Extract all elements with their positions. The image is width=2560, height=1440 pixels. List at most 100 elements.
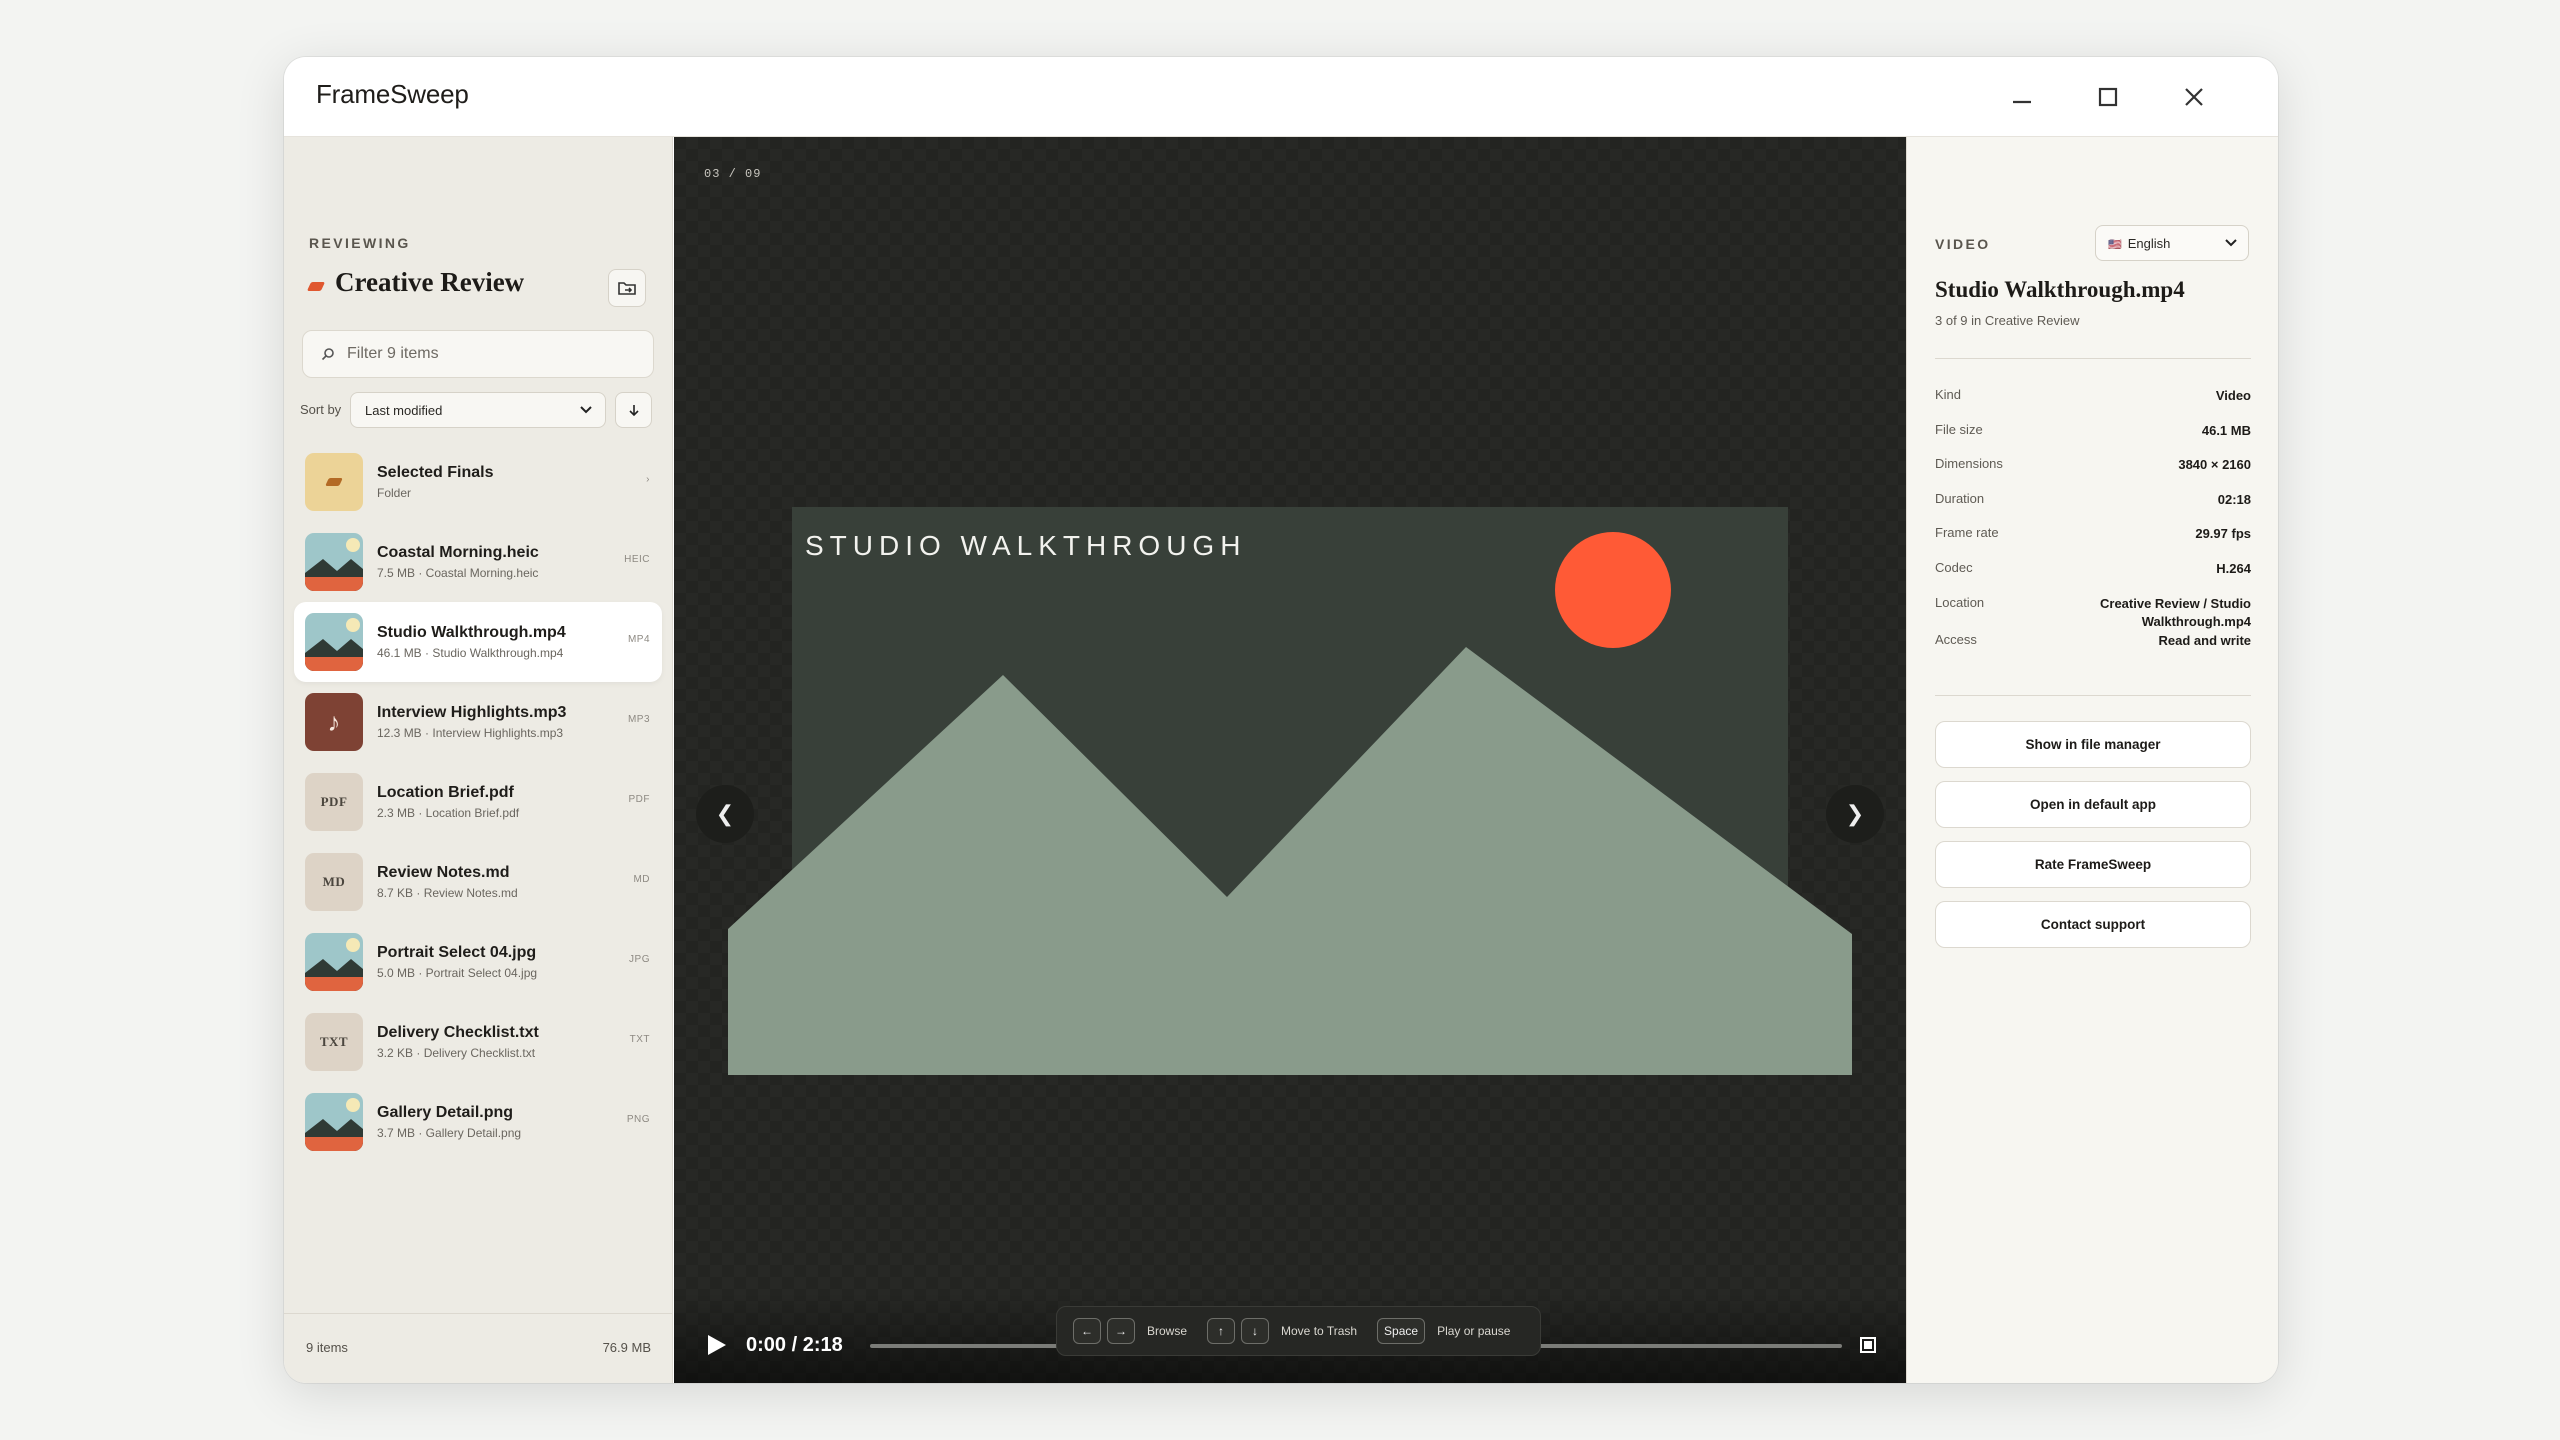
property-key: Kind xyxy=(1935,387,1962,402)
file-name: Delivery Checklist.txt xyxy=(377,1024,539,1041)
property-row: File size 46.1 MB xyxy=(1935,422,2251,457)
file-meta: 3.7 MB · Gallery Detail.png xyxy=(377,1126,522,1140)
file-extension: MD xyxy=(633,874,650,885)
sort-label: Sort by xyxy=(300,402,342,417)
filter-box[interactable] xyxy=(302,330,654,378)
file-item[interactable]: PDF Location Brief.pdf 2.3 MB · Location B… xyxy=(294,762,662,842)
maximize-button[interactable] xyxy=(2086,75,2130,119)
action-button[interactable]: Rate FrameSweep xyxy=(1935,841,2251,888)
music-note-icon: ♪ xyxy=(327,706,341,737)
file-name: Gallery Detail.png xyxy=(377,1104,514,1121)
file-extension: PNG xyxy=(626,1114,650,1125)
action-button[interactable]: Contact support xyxy=(1935,901,2251,948)
total-size: 76.9 MB xyxy=(602,1340,651,1355)
image-thumbnail xyxy=(305,613,363,671)
file-meta: 7.5 MB · Coastal Morning.heic xyxy=(377,566,539,580)
sun-shape xyxy=(1555,532,1671,648)
language-value: 🇺🇸 English xyxy=(2108,236,2170,251)
media-viewer: 03 / 09 STUDIO WALKTHROUGH ❮ ❯ 0:00 / 2:… xyxy=(674,137,1906,1383)
file-meta: Folder xyxy=(377,486,412,500)
chevron-down-icon xyxy=(580,406,592,414)
image-thumbnail xyxy=(305,1093,363,1151)
file-meta: 5.0 MB · Portrait Select 04.jpg xyxy=(377,966,538,980)
folder-open-icon xyxy=(618,282,636,295)
next-button[interactable]: ❯ xyxy=(1826,785,1884,843)
file-name: Portrait Select 04.jpg xyxy=(377,944,537,961)
property-value: Read and write xyxy=(2158,633,2251,649)
file-text: Review Notes.md 8.7 KB · Review Notes.md xyxy=(377,864,617,900)
sidebar-footer: 9 items 76.9 MB xyxy=(284,1313,673,1383)
file-extension: PDF xyxy=(628,794,650,805)
maximize-icon xyxy=(2098,87,2118,107)
fullscreen-icon[interactable] xyxy=(1858,1335,1878,1355)
close-button[interactable] xyxy=(2172,75,2216,119)
file-meta: 46.1 MB · Studio Walkthrough.mp4 xyxy=(377,646,564,660)
image-thumbnail-icon xyxy=(305,613,363,671)
filter-input[interactable] xyxy=(347,345,647,363)
file-meta: 2.3 MB · Location Brief.pdf xyxy=(377,806,520,820)
action-button[interactable]: Show in file manager xyxy=(1935,721,2251,768)
file-extension: › xyxy=(646,474,650,485)
file-item[interactable]: Coastal Morning.heic 7.5 MB · Coastal Mor… xyxy=(294,522,662,602)
property-value: 46.1 MB xyxy=(2201,422,2251,438)
doc-badge: TXT xyxy=(319,1034,349,1049)
file-extension: HEIC xyxy=(624,554,650,565)
property-row: Dimensions 3840 × 2160 xyxy=(1935,456,2251,491)
title-bar: FrameSweep xyxy=(284,57,2278,137)
key-cap: ↑ xyxy=(1207,1318,1236,1344)
property-list: Kind Video File size 46.1 MB Dimensions 3840 … xyxy=(1935,387,2251,667)
divider xyxy=(1935,695,2251,696)
file-item[interactable]: Gallery Detail.png 3.7 MB · Gallery Detai… xyxy=(294,1082,662,1162)
chevron-down-icon xyxy=(2225,239,2237,247)
file-item[interactable]: Selected Finals Folder › xyxy=(294,442,662,522)
minimize-button[interactable] xyxy=(2000,75,2044,119)
property-row: Location Creative Review / Studio Walkthr… xyxy=(1935,595,2251,633)
sidebar: REVIEWING Creative Review Sort by Last m… xyxy=(284,137,673,1383)
file-text: Location Brief.pdf 2.3 MB · Location Brie… xyxy=(377,784,617,820)
shortcut-label: Browse xyxy=(1147,1324,1188,1338)
file-name: Review Notes.md xyxy=(377,864,510,881)
inspector-title: Studio Walkthrough.mp4 xyxy=(1935,277,2185,302)
previous-button[interactable]: ❮ xyxy=(696,785,754,843)
app-window: FrameSweep REVIEWING Creative Review Sor… xyxy=(284,57,2278,1383)
sidebar-eyebrow: REVIEWING xyxy=(309,235,411,251)
file-extension: MP3 xyxy=(627,714,650,725)
arrow-down-icon xyxy=(628,405,639,417)
property-value: 02:18 xyxy=(2217,491,2251,507)
file-meta: 3.2 KB · Delivery Checklist.txt xyxy=(377,1046,536,1060)
collection-header: Creative Review xyxy=(306,267,525,298)
time-readout: 0:00 / 2:18 xyxy=(746,1334,843,1356)
image-thumbnail xyxy=(305,533,363,591)
file-extension: TXT xyxy=(629,1034,650,1045)
shortcut-label: Play or pause xyxy=(1437,1324,1511,1338)
language-select[interactable]: 🇺🇸 English xyxy=(2095,225,2249,261)
divider xyxy=(1935,358,2251,359)
shortcut-bar: ← → Browse ↑ ↓ Move to Trash Space Play or paus… xyxy=(1056,1306,1542,1356)
inspector-subtitle: 3 of 9 in Creative Review xyxy=(1935,313,2080,328)
image-thumbnail-icon xyxy=(305,1093,363,1151)
key-cap: → xyxy=(1107,1318,1135,1344)
file-item[interactable]: ♪ Interview Highlights.mp3 12.3 MB · Inter… xyxy=(294,682,662,762)
video-title-text: STUDIO WALKTHROUGH xyxy=(805,530,1246,561)
minimize-icon xyxy=(2013,100,2031,104)
key-cap: Space xyxy=(1377,1318,1426,1344)
action-button[interactable]: Open in default app xyxy=(1935,781,2251,828)
collection-mark-icon xyxy=(306,282,326,291)
file-item[interactable]: TXT Delivery Checklist.txt 3.2 KB · Delive… xyxy=(294,1002,662,1082)
flag-icon: 🇺🇸 xyxy=(2108,238,2122,251)
file-item[interactable]: Studio Walkthrough.mp4 46.1 MB · Studio W… xyxy=(294,602,662,682)
file-name: Coastal Morning.heic xyxy=(377,544,539,561)
collection-title: Creative Review xyxy=(335,267,525,297)
property-value: H.264 xyxy=(2216,560,2251,576)
play-icon[interactable] xyxy=(702,1331,730,1359)
sort-select[interactable]: Last modified xyxy=(350,392,606,428)
key-cap: ↓ xyxy=(1241,1318,1270,1344)
file-text: Delivery Checklist.txt 3.2 KB · Delivery … xyxy=(377,1024,617,1060)
file-item[interactable]: MD Review Notes.md 8.7 KB · Review Notes.m… xyxy=(294,842,662,922)
sort-direction-button[interactable] xyxy=(615,392,652,428)
file-item[interactable]: Portrait Select 04.jpg 5.0 MB · Portrait … xyxy=(294,922,662,1002)
open-folder-button[interactable] xyxy=(608,269,646,307)
close-icon xyxy=(2185,88,2203,106)
property-key: Location xyxy=(1935,594,1985,610)
item-count: 9 items xyxy=(306,1340,348,1355)
